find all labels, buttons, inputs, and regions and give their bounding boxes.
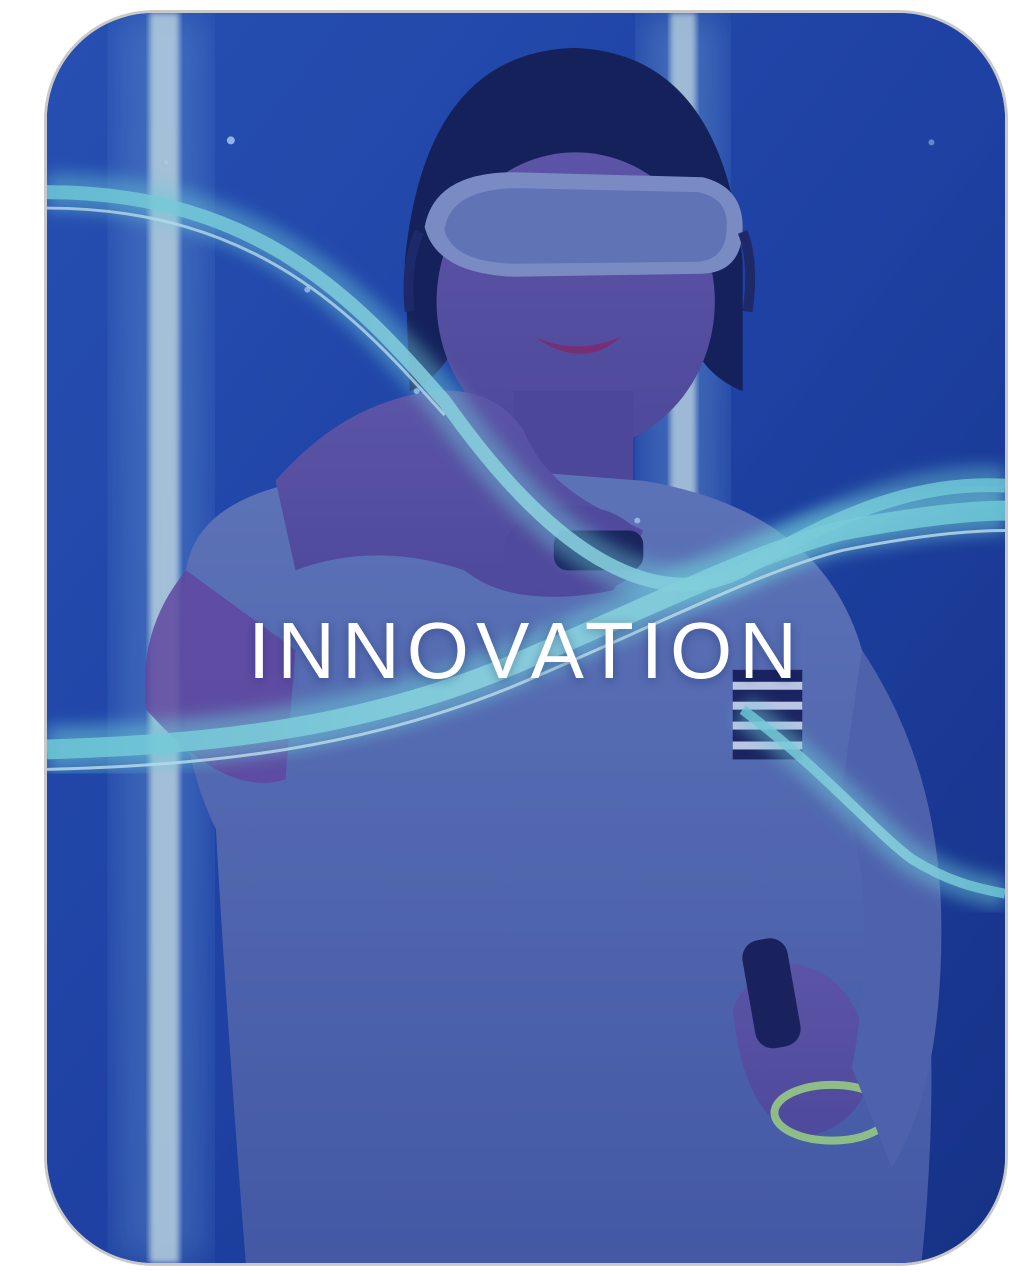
card-title: INNOVATION (248, 606, 804, 695)
innovation-card[interactable]: INNOVATION (44, 10, 1008, 1266)
